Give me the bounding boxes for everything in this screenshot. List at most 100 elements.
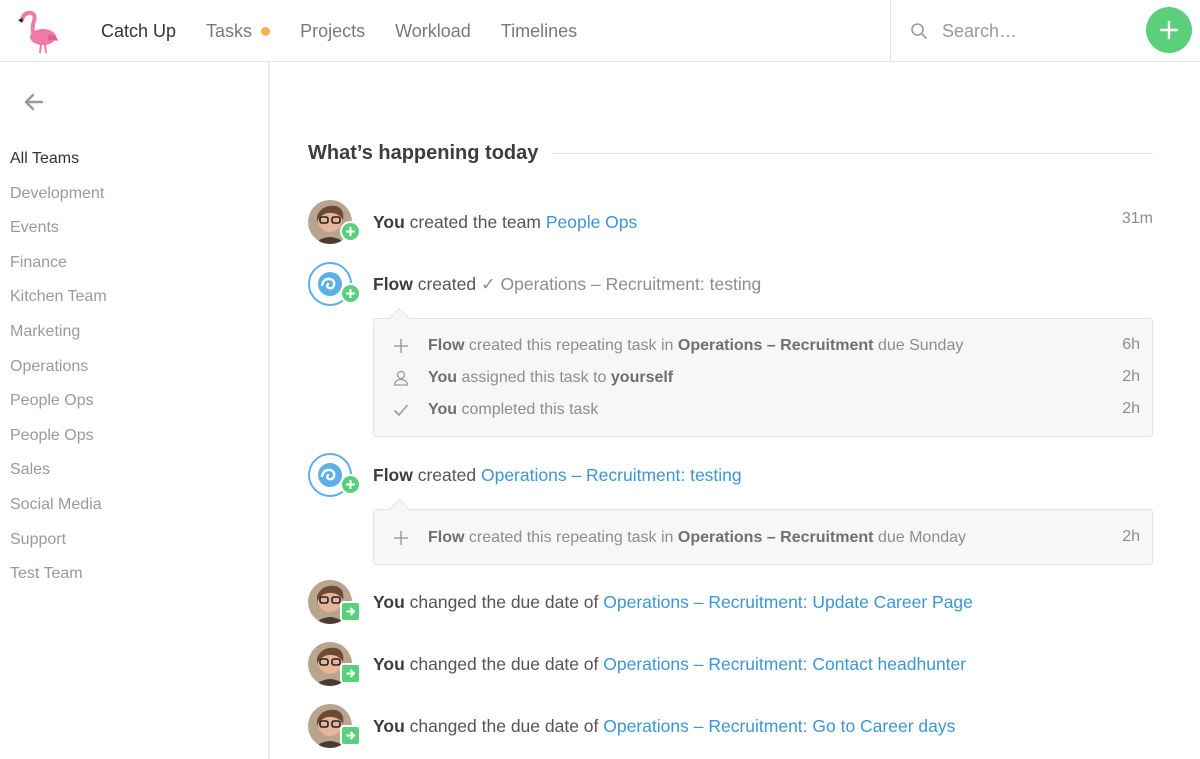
- verb: created the team: [404, 212, 546, 232]
- due-text: due Sunday: [873, 337, 964, 354]
- detail-verb: assigned this task to: [457, 369, 611, 386]
- timestamp: 2h: [1122, 528, 1140, 545]
- team-item-operations[interactable]: Operations: [10, 356, 107, 391]
- nav-workload[interactable]: Workload: [395, 21, 471, 42]
- nav-label: Timelines: [500, 20, 578, 41]
- team-list: All Teams Development Events Finance Kit…: [10, 148, 107, 598]
- activity-text: Flow created ✓ Operations – Recruitment:…: [373, 274, 761, 295]
- check-icon: [393, 404, 409, 417]
- activity-item: You created the team People Ops 31m: [308, 200, 1153, 246]
- team-item-people-ops-2[interactable]: People Ops: [10, 425, 107, 460]
- actor: You: [373, 212, 405, 232]
- plus-icon: [1159, 20, 1179, 40]
- calendar-arrow-badge-icon: [340, 663, 361, 684]
- nav-tasks[interactable]: Tasks: [206, 20, 271, 42]
- team-item-finance[interactable]: Finance: [10, 252, 107, 287]
- task-link[interactable]: Operations – Recruitment: testing: [481, 465, 742, 485]
- check-icon: ✓: [480, 274, 496, 294]
- task-link[interactable]: Operations – Recruitment: Update Career …: [603, 592, 973, 612]
- actor: Flow: [373, 274, 413, 294]
- actor: Flow: [428, 337, 465, 354]
- actor: You: [373, 654, 405, 674]
- team-item-sales[interactable]: Sales: [10, 459, 107, 494]
- actor: Flow: [373, 465, 413, 485]
- arrow-left-icon: [24, 93, 44, 111]
- verb: changed the due date of: [404, 716, 604, 736]
- team-item-social-media[interactable]: Social Media: [10, 494, 107, 529]
- search-icon: [911, 23, 927, 39]
- timestamp: 2h: [1122, 368, 1140, 385]
- task-name[interactable]: Operations – Recruitment: testing: [496, 274, 762, 294]
- actor: You: [428, 401, 458, 418]
- search-input[interactable]: [942, 20, 1122, 42]
- add-button[interactable]: [1146, 7, 1192, 53]
- timestamp: 31m: [1121, 210, 1153, 227]
- detail-verb: completed this task: [457, 401, 599, 418]
- team-item-test-team[interactable]: Test Team: [10, 563, 107, 598]
- team-item-marketing[interactable]: Marketing: [10, 321, 107, 356]
- project-name: Operations – Recruitment: [677, 529, 874, 546]
- nav-label: Catch Up: [101, 20, 177, 41]
- section-title: What’s happening today: [308, 142, 539, 164]
- team-item-people-ops[interactable]: People Ops: [10, 390, 107, 425]
- actor: You: [373, 592, 405, 612]
- calendar-arrow-badge-icon: [340, 601, 361, 622]
- activity-item: You changed the due date of Operations –…: [308, 580, 1153, 626]
- activity-detail-panel: Flow created this repeating task in Oper…: [373, 318, 1153, 437]
- detail-row: You completed this task 2h: [374, 394, 1152, 426]
- flamingo-logo-icon[interactable]: [14, 8, 60, 54]
- top-bar: Catch Up Tasks Projects Workload Timelin…: [0, 0, 1200, 62]
- team-item-kitchen-team[interactable]: Kitchen Team: [10, 286, 107, 321]
- plus-badge-icon: [340, 283, 361, 304]
- task-link[interactable]: Operations – Recruitment: Contact headhu…: [603, 654, 966, 674]
- verb: created: [412, 274, 481, 294]
- activity-item: Flow created Operations – Recruitment: t…: [308, 453, 1153, 499]
- activity-item: Flow created ✓ Operations – Recruitment:…: [308, 262, 1153, 308]
- main-nav: Catch Up Tasks Projects Workload Timelin…: [101, 0, 607, 62]
- detail-row: Flow created this repeating task in Oper…: [374, 522, 1152, 554]
- detail-verb: created this repeating task in: [464, 529, 678, 546]
- task-link[interactable]: Operations – Recruitment: Go to Career d…: [603, 716, 955, 736]
- team-link[interactable]: People Ops: [546, 212, 637, 232]
- search-box[interactable]: [910, 17, 1130, 45]
- detail-verb: created this repeating task in: [464, 337, 678, 354]
- activity-text: Flow created Operations – Recruitment: t…: [373, 465, 742, 486]
- section-header: What’s happening today: [308, 142, 1153, 165]
- plus-badge-icon: [340, 474, 361, 495]
- activity-item: You changed the due date of Operations –…: [308, 642, 1153, 688]
- detail-text: Flow created this repeating task in Oper…: [428, 337, 963, 355]
- actor: You: [428, 369, 458, 386]
- nav-timelines[interactable]: Timelines: [501, 21, 577, 42]
- calendar-arrow-badge-icon: [340, 725, 361, 746]
- divider: [890, 0, 891, 62]
- team-item-development[interactable]: Development: [10, 183, 107, 218]
- actor: You: [373, 716, 405, 736]
- verb: changed the due date of: [404, 654, 604, 674]
- plus-icon: [394, 531, 408, 545]
- nav-projects[interactable]: Projects: [300, 21, 365, 42]
- back-button[interactable]: [22, 92, 46, 112]
- activity-detail-panel: Flow created this repeating task in Oper…: [373, 509, 1153, 565]
- timestamp: 2h: [1122, 400, 1140, 417]
- nav-label: Workload: [395, 20, 471, 41]
- timestamp: 6h: [1122, 336, 1140, 353]
- detail-row: You assigned this task to yourself 2h: [374, 362, 1152, 394]
- nav-label: Tasks: [206, 20, 253, 41]
- detail-text: You assigned this task to yourself: [428, 369, 673, 387]
- sidebar: All Teams Development Events Finance Kit…: [0, 62, 270, 759]
- project-name: Operations – Recruitment: [677, 337, 874, 354]
- divider: [552, 153, 1153, 154]
- activity-text: You changed the due date of Operations –…: [373, 654, 966, 675]
- notification-dot: [261, 26, 271, 36]
- activity-text: You changed the due date of Operations –…: [373, 716, 955, 737]
- activity-item: You changed the due date of Operations –…: [308, 704, 1153, 750]
- team-item-all-teams[interactable]: All Teams: [10, 148, 107, 183]
- team-item-events[interactable]: Events: [10, 217, 107, 252]
- team-item-support[interactable]: Support: [10, 529, 107, 564]
- user-icon: [393, 370, 409, 386]
- plus-icon: [394, 339, 408, 353]
- detail-row: Flow created this repeating task in Oper…: [374, 330, 1152, 362]
- nav-catch-up[interactable]: Catch Up: [101, 21, 176, 42]
- activity-text: You created the team People Ops: [373, 212, 637, 233]
- actor: Flow: [428, 529, 465, 546]
